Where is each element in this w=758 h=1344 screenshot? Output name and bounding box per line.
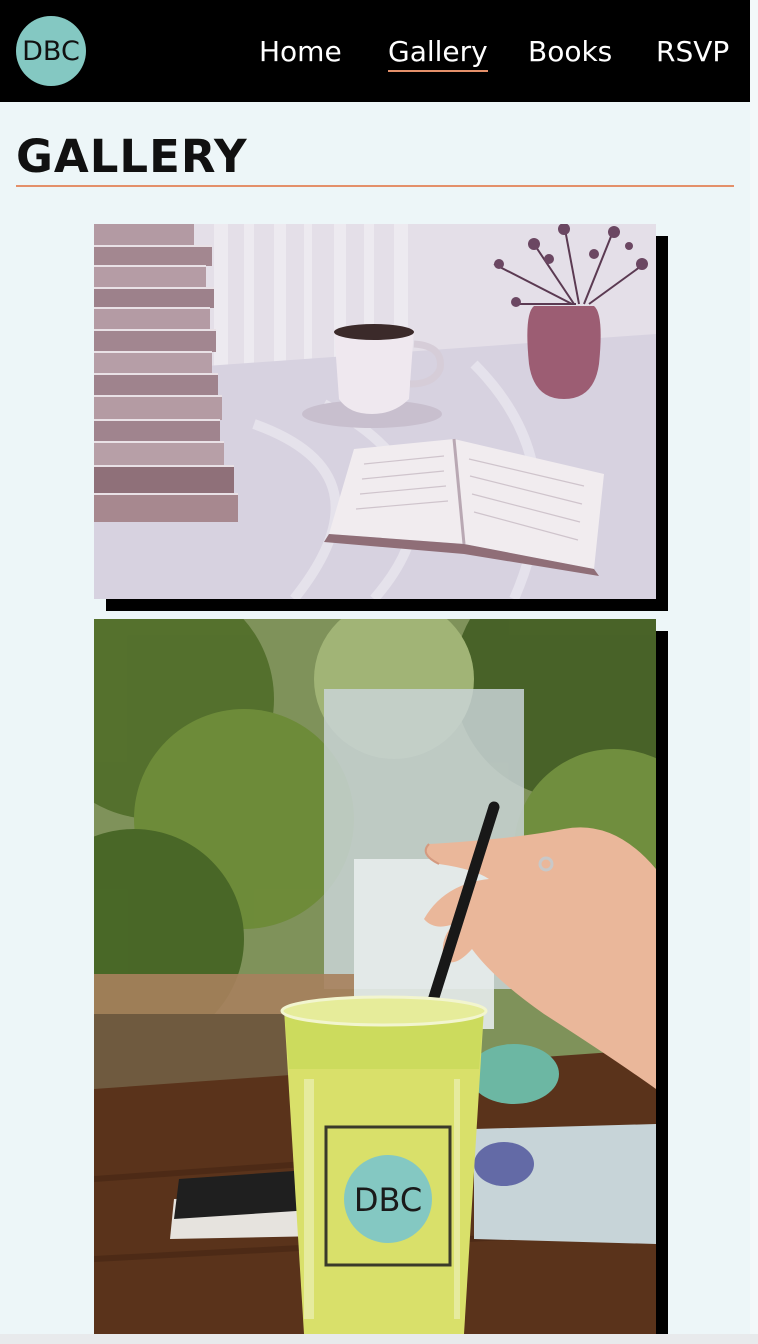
nav-link-rsvp[interactable]: RSVP — [656, 34, 729, 70]
reading-table-image — [94, 224, 656, 599]
nav-link-books[interactable]: Books — [528, 34, 612, 70]
dbc-logo[interactable]: DBC — [16, 16, 86, 86]
page-title: GALLERY — [16, 130, 248, 183]
nav-link-home[interactable]: Home — [259, 34, 342, 70]
title-divider — [16, 185, 734, 187]
green-drink-image: DBC — [94, 619, 656, 1334]
logo-text: DBC — [22, 35, 80, 67]
cup-logo-text: DBC — [354, 1181, 422, 1219]
nav-link-gallery[interactable]: Gallery — [388, 34, 488, 72]
page-edge — [750, 0, 758, 1344]
bottom-scroll-edge — [0, 1334, 758, 1344]
reading-table-photo[interactable] — [94, 224, 656, 599]
green-drink-photo[interactable]: DBC — [94, 619, 656, 1334]
top-navigation: DBC Home Gallery Books RSVP — [0, 0, 750, 102]
